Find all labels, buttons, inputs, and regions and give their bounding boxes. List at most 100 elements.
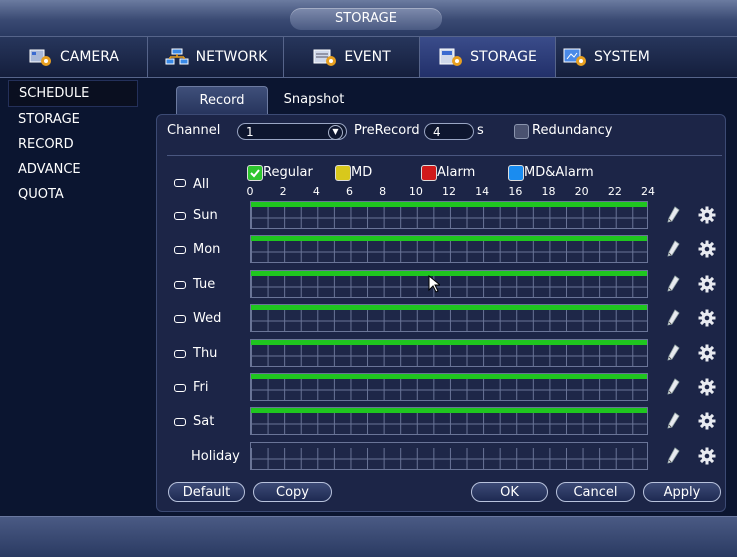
channel-select[interactable]: 1 ▼: [237, 123, 347, 140]
day-schedule-bar[interactable]: [250, 407, 648, 436]
hour-grid: [251, 310, 647, 332]
pencil-icon[interactable]: [666, 343, 680, 362]
mouse-cursor-icon: [428, 275, 440, 293]
day-schedule-bar[interactable]: [250, 201, 648, 229]
pencil-icon[interactable]: [666, 378, 680, 396]
day-label: Thu: [193, 345, 218, 361]
main-tabs: CAMERA NETWORK EVENT STORAGE SYSTEM: [0, 36, 737, 78]
all-select-icon[interactable]: [174, 179, 186, 187]
gear-icon[interactable]: [698, 447, 716, 465]
gear-icon[interactable]: [698, 206, 716, 224]
hour-grid: [251, 379, 647, 400]
gear-icon[interactable]: [698, 309, 716, 327]
tab-storage-label: STORAGE: [470, 49, 537, 65]
row-actions: [666, 237, 726, 261]
tab-network-label: NETWORK: [195, 49, 268, 65]
gear-icon[interactable]: [698, 378, 716, 396]
channel-label: Channel: [167, 123, 221, 138]
gear-icon[interactable]: [698, 240, 716, 258]
tab-event-label: EVENT: [344, 49, 391, 65]
row-actions: [666, 306, 726, 330]
day-label: Mon: [193, 242, 221, 258]
apply-button[interactable]: Apply: [643, 482, 721, 502]
subtab-snapshot[interactable]: Snapshot: [274, 86, 354, 114]
day-label: Tue: [193, 276, 216, 292]
regular-checkbox[interactable]: [247, 165, 263, 181]
pencil-icon[interactable]: [666, 240, 680, 258]
hour-tick-label: 4: [312, 185, 320, 198]
day-label: Sun: [193, 208, 218, 223]
alarm-checkbox[interactable]: [421, 165, 437, 181]
tab-network[interactable]: NETWORK: [148, 37, 284, 77]
day-select-icon[interactable]: [174, 246, 186, 255]
day-schedule-bar[interactable]: [250, 269, 648, 298]
copy-button[interactable]: Copy: [253, 482, 332, 502]
day-label: Sat: [193, 414, 215, 430]
tab-camera[interactable]: CAMERA: [0, 37, 148, 77]
hour-tick-label: 12: [442, 185, 456, 198]
md-alarm-checkbox[interactable]: [508, 165, 524, 181]
day-select-icon[interactable]: [174, 418, 186, 427]
sidebar-item-storage[interactable]: STORAGE: [8, 107, 138, 132]
hour-tick-label: 16: [508, 185, 523, 198]
sidebar-item-advance[interactable]: ADVANCE: [8, 157, 138, 182]
day-label: Wed: [193, 311, 222, 327]
day-select-icon[interactable]: [174, 280, 186, 289]
day-schedule-bar[interactable]: [250, 304, 648, 333]
storage-icon: [439, 48, 463, 66]
day-select-icon[interactable]: [174, 384, 186, 392]
day-select-icon[interactable]: [174, 315, 186, 324]
hour-tick-label: 24: [641, 185, 655, 198]
day-schedule-bar[interactable]: [250, 338, 648, 367]
tab-system[interactable]: SYSTEM: [556, 37, 737, 77]
window-title: STORAGE: [290, 8, 442, 30]
cancel-button[interactable]: Cancel: [556, 482, 635, 502]
pencil-icon[interactable]: [666, 412, 680, 430]
hour-tick-label: 0: [246, 185, 254, 198]
schedule-panel: Record Snapshot Channel 1 ▼ PreRecord 4 …: [152, 80, 732, 512]
pencil-icon[interactable]: [666, 275, 680, 293]
status-bar: [0, 516, 737, 557]
day-schedule-bar[interactable]: [250, 373, 648, 401]
tab-storage[interactable]: STORAGE: [420, 37, 556, 77]
tab-camera-label: CAMERA: [59, 49, 119, 65]
hour-grid: [251, 413, 647, 435]
ok-button[interactable]: OK: [471, 482, 548, 502]
prerecord-value: 4: [433, 125, 441, 139]
prerecord-input[interactable]: 4: [424, 123, 474, 140]
dropdown-arrow-icon: ▼: [328, 125, 343, 140]
row-actions: [666, 341, 726, 365]
sidebar-item-record[interactable]: RECORD: [8, 132, 138, 157]
day-schedule-bar[interactable]: [250, 441, 648, 470]
sidebar-item-schedule[interactable]: SCHEDULE: [8, 80, 138, 107]
day-select-icon[interactable]: [174, 212, 186, 220]
hour-tick-label: 22: [607, 185, 622, 198]
pencil-icon[interactable]: [666, 309, 680, 327]
hour-grid: [251, 241, 647, 263]
day-select-icon[interactable]: [174, 349, 186, 358]
subtab-record[interactable]: Record: [176, 86, 268, 115]
row-actions: [666, 409, 726, 433]
row-actions: [666, 375, 726, 399]
hour-tick-label: 2: [279, 185, 287, 198]
gear-icon[interactable]: [698, 412, 716, 430]
camera-icon: [29, 49, 51, 66]
hour-tick-label: 20: [574, 185, 589, 198]
legend-md-alarm: MD&Alarm: [524, 165, 594, 180]
title-bar: STORAGE: [0, 0, 737, 36]
hour-tick-label: 18: [541, 185, 556, 198]
sidebar: SCHEDULE STORAGE RECORD ADVANCE QUOTA: [8, 80, 138, 207]
md-checkbox[interactable]: [335, 165, 351, 181]
pencil-icon[interactable]: [666, 447, 680, 465]
redundancy-checkbox[interactable]: [514, 124, 529, 139]
tab-event[interactable]: EVENT: [284, 37, 420, 77]
day-schedule-bar[interactable]: [250, 235, 648, 264]
gear-icon[interactable]: [698, 275, 716, 293]
gear-icon[interactable]: [698, 344, 716, 362]
prerecord-label: PreRecord: [354, 123, 420, 138]
hour-tick-label: 14: [475, 185, 490, 198]
default-button[interactable]: Default: [168, 482, 245, 502]
legend-regular: Regular: [263, 165, 313, 180]
pencil-icon[interactable]: [666, 206, 680, 224]
sidebar-item-quota[interactable]: QUOTA: [8, 182, 138, 207]
